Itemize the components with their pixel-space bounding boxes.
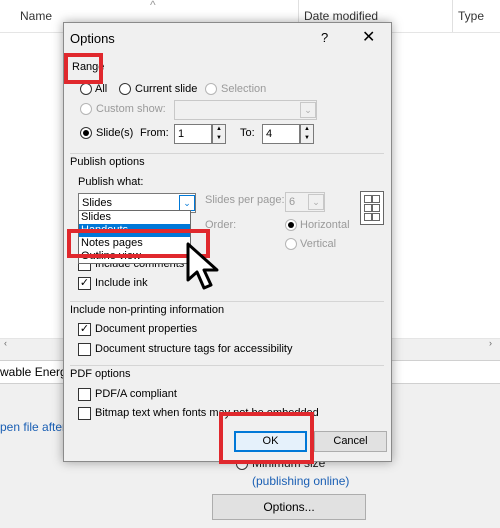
- from-spinner[interactable]: ▲ ▼: [212, 124, 226, 144]
- current-slide-label: Current slide: [135, 83, 198, 95]
- options-button[interactable]: Options...: [212, 494, 366, 520]
- mouse-cursor-icon: [186, 242, 219, 290]
- structure-tags-label: Document structure tags for accessibilit…: [95, 343, 293, 355]
- document-properties-label: Document properties: [95, 323, 198, 335]
- chevron-down-icon[interactable]: ⌄: [179, 195, 195, 211]
- slides-range-label: Slide(s): [96, 127, 134, 139]
- separator: [70, 301, 384, 302]
- ok-highlight-box: [219, 412, 314, 464]
- document-properties-checkbox[interactable]: ✓: [78, 323, 91, 336]
- help-icon[interactable]: ?: [321, 30, 328, 45]
- column-type[interactable]: Type: [458, 9, 484, 23]
- include-ink-label: Include ink: [95, 277, 148, 289]
- vertical-order-radio[interactable]: [285, 238, 297, 250]
- slides-range-radio[interactable]: [80, 127, 92, 139]
- open-file-after-publishing-label[interactable]: pen file after: [0, 420, 66, 434]
- column-date-modified[interactable]: Date modified: [304, 9, 378, 23]
- scroll-right-icon[interactable]: ›: [489, 338, 492, 348]
- horizontal-order-radio[interactable]: [285, 219, 297, 231]
- page-layout-preview-icon: [360, 191, 384, 225]
- cancel-button[interactable]: Cancel: [314, 431, 387, 452]
- to-label: To:: [240, 127, 255, 139]
- pdfa-checkbox[interactable]: [78, 388, 91, 401]
- custom-show-radio[interactable]: [80, 103, 92, 115]
- to-spinner[interactable]: ▲ ▼: [300, 124, 314, 144]
- dialog-title: Options: [70, 31, 115, 46]
- chevron-down-icon[interactable]: ⌄: [308, 194, 324, 210]
- bitmap-text-checkbox[interactable]: [78, 407, 91, 420]
- range-all-radio[interactable]: [80, 83, 92, 95]
- sort-chevron-icon: ^: [150, 0, 156, 12]
- pdf-options-heading: PDF options: [70, 368, 131, 380]
- structure-tags-checkbox[interactable]: [78, 343, 91, 356]
- close-icon[interactable]: ✕: [362, 27, 375, 47]
- file-name-value: wable Energy: [0, 365, 73, 379]
- selection-label: Selection: [221, 83, 267, 95]
- from-input[interactable]: 1: [174, 124, 212, 144]
- horizontal-order-label: Horizontal: [300, 219, 350, 231]
- range-highlight-box: [64, 53, 103, 84]
- chevron-down-icon[interactable]: ⌄: [300, 102, 316, 118]
- custom-show-label: Custom show:: [96, 103, 166, 115]
- non-printing-heading: Include non-printing information: [70, 304, 225, 316]
- custom-show-select[interactable]: [174, 100, 317, 120]
- to-input[interactable]: 4: [262, 124, 300, 144]
- dropdown-option-slides[interactable]: Slides: [79, 211, 190, 224]
- scroll-left-icon[interactable]: ‹: [4, 338, 7, 348]
- publish-options-heading: Publish options: [70, 156, 145, 168]
- publishing-online-label: (publishing online): [252, 474, 350, 488]
- publish-what-label: Publish what:: [78, 176, 144, 188]
- range-all-label: All: [95, 83, 108, 95]
- from-label: From:: [140, 127, 169, 139]
- slides-per-page-label: Slides per page:: [205, 194, 285, 206]
- separator: [70, 153, 384, 154]
- selection-radio[interactable]: [205, 83, 217, 95]
- column-divider: [452, 0, 453, 32]
- separator: [70, 365, 384, 366]
- column-name[interactable]: Name: [20, 9, 52, 23]
- pdfa-label: PDF/A compliant: [95, 388, 177, 400]
- current-slide-radio[interactable]: [119, 83, 131, 95]
- vertical-order-label: Vertical: [300, 238, 337, 250]
- include-ink-checkbox[interactable]: ✓: [78, 277, 91, 290]
